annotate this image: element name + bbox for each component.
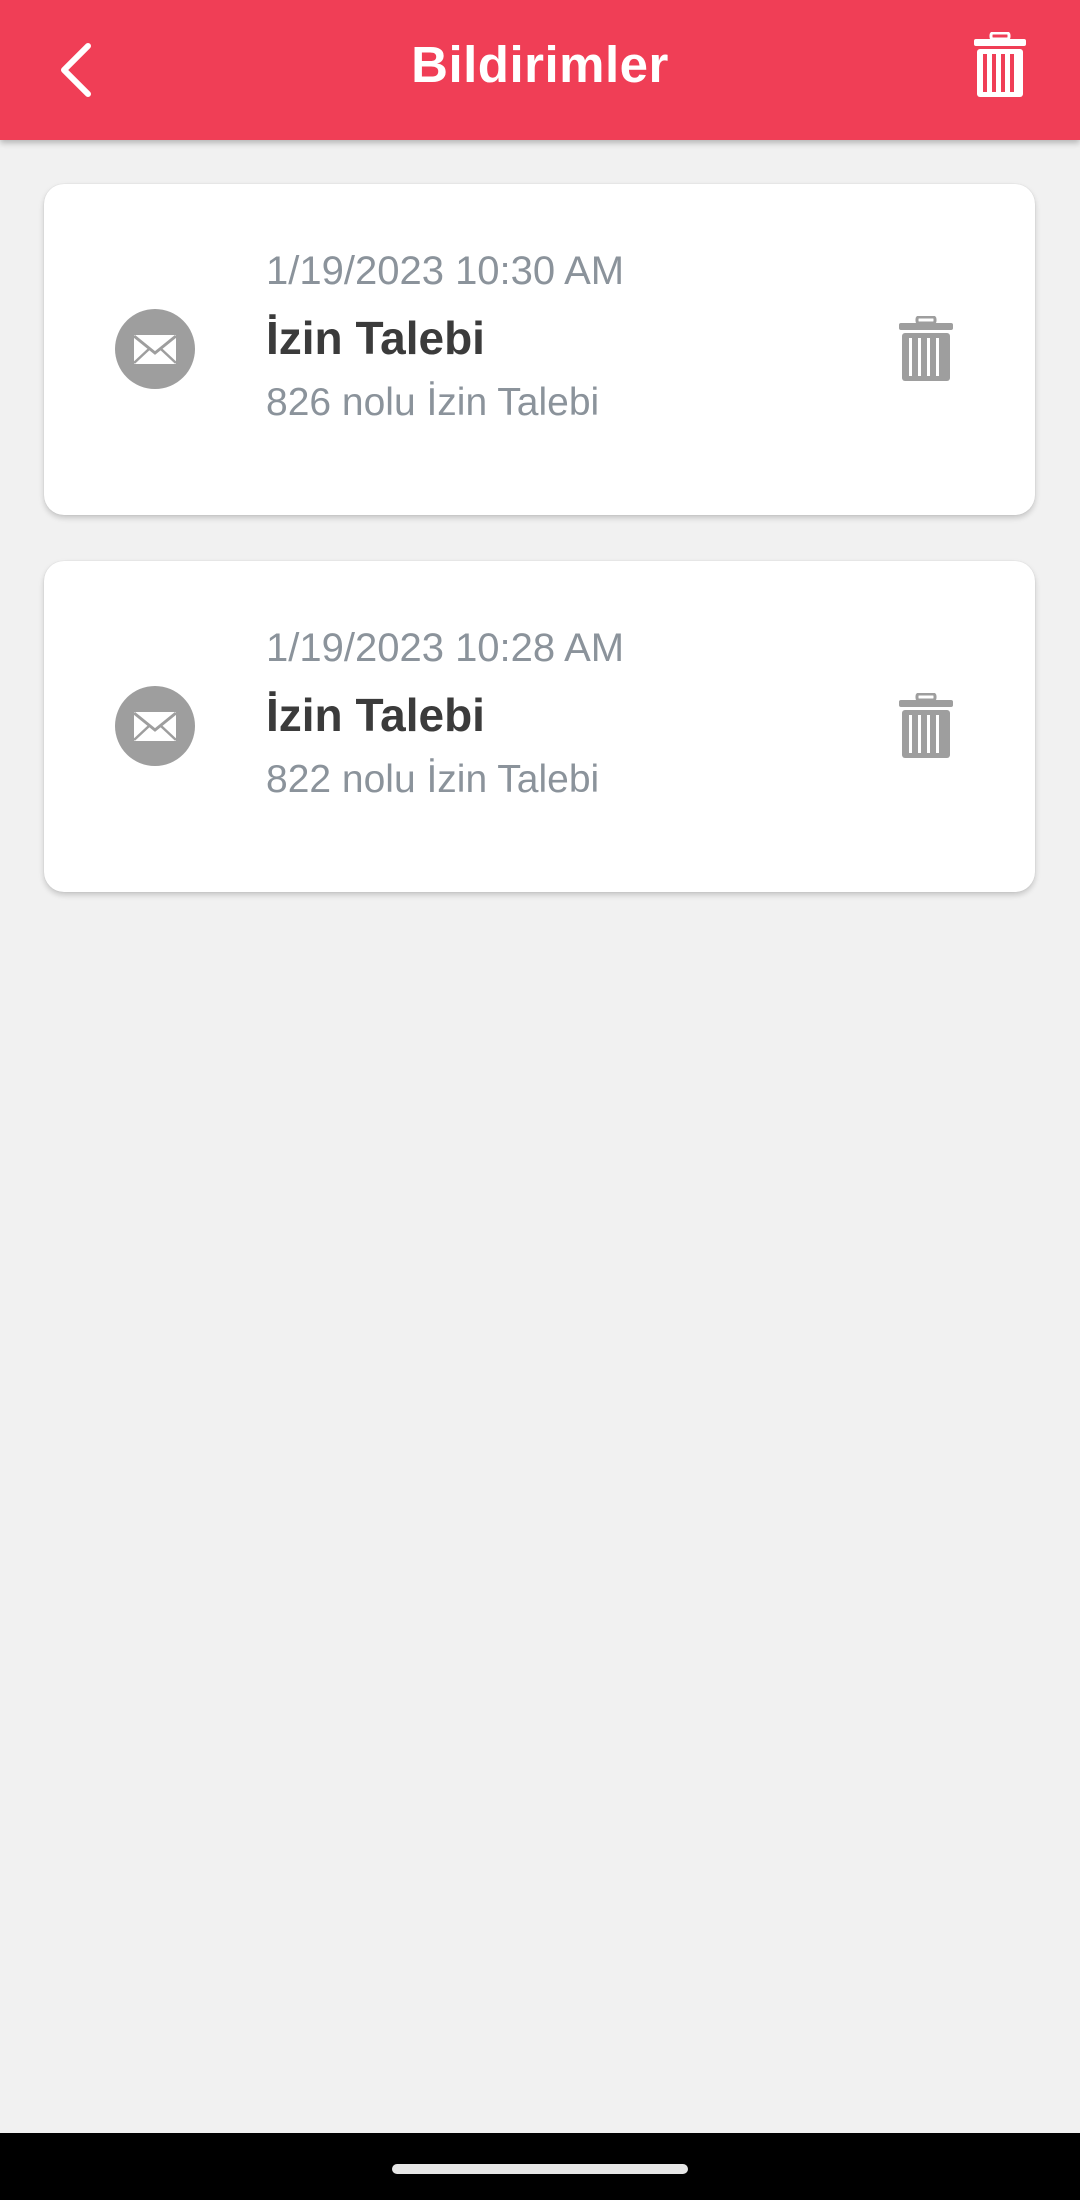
notification-content: 1/19/2023 10:28 AM İzin Talebi 822 nolu … xyxy=(266,623,624,805)
delete-notification-button[interactable] xyxy=(878,686,974,766)
mail-icon xyxy=(115,309,195,389)
app-bar: Bildirimler xyxy=(0,0,1080,140)
notification-title: İzin Talebi xyxy=(266,689,485,741)
mail-icon xyxy=(115,686,195,766)
notification-title: İzin Talebi xyxy=(266,312,485,364)
delete-notification-button[interactable] xyxy=(878,309,974,389)
trash-icon xyxy=(899,316,953,381)
home-indicator[interactable] xyxy=(392,2164,688,2174)
clear-all-button[interactable] xyxy=(950,22,1050,108)
trash-icon xyxy=(974,32,1026,97)
page-title: Bildirimler xyxy=(411,36,669,93)
notification-card[interactable]: 1/19/2023 10:28 AM İzin Talebi 822 nolu … xyxy=(44,561,1035,892)
trash-icon xyxy=(899,693,953,758)
notification-body: 826 nolu İzin Talebi xyxy=(266,381,600,424)
notification-list: 1/19/2023 10:30 AM İzin Talebi 826 nolu … xyxy=(44,184,1035,938)
notification-card[interactable]: 1/19/2023 10:30 AM İzin Talebi 826 nolu … xyxy=(44,184,1035,515)
notification-timestamp: 1/19/2023 10:30 AM xyxy=(266,249,625,293)
notification-body: 822 nolu İzin Talebi xyxy=(266,758,600,801)
notification-content: 1/19/2023 10:30 AM İzin Talebi 826 nolu … xyxy=(266,246,624,428)
system-navigation-bar xyxy=(0,2133,1080,2200)
notification-timestamp: 1/19/2023 10:28 AM xyxy=(266,626,625,670)
